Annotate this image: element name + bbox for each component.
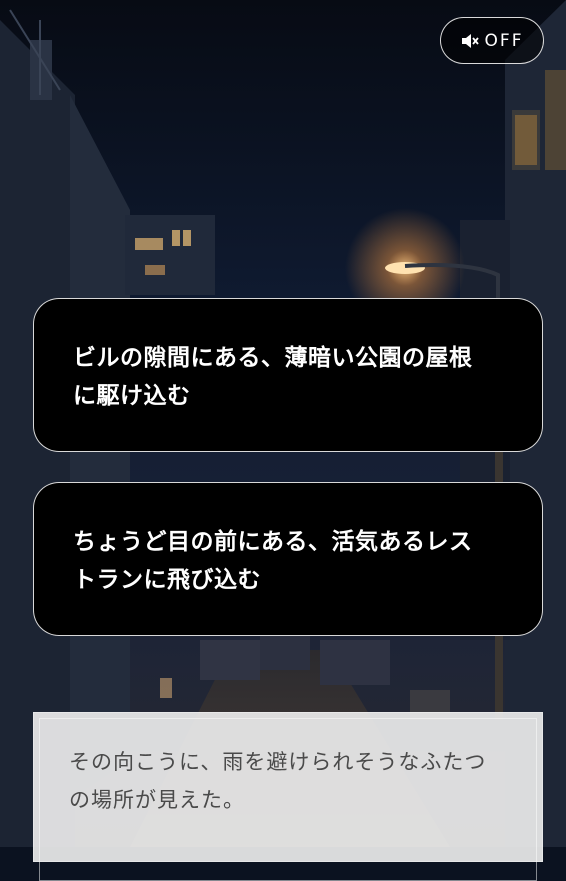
choice-button-restaurant[interactable]: ちょうど目の前にある、活気あるレストランに飛び込む [33,482,543,636]
sound-toggle-label: OFF [484,30,524,51]
choice-text: ビルの隙間にある、薄暗い公園の屋根に駆け込む [73,345,473,409]
choice-button-park[interactable]: ビルの隙間にある、薄暗い公園の屋根に駆け込む [33,298,543,452]
sound-toggle-button[interactable]: OFF [440,17,544,64]
speaker-mute-icon [461,33,479,49]
message-window[interactable]: その向こうに、雨を避けられそうなふたつの場所が見えた。 [33,712,543,881]
message-text: その向こうに、雨を避けられそうなふたつの場所が見えた。 [69,750,487,812]
choice-text: ちょうど目の前にある、活気あるレストランに飛び込む [73,529,473,593]
